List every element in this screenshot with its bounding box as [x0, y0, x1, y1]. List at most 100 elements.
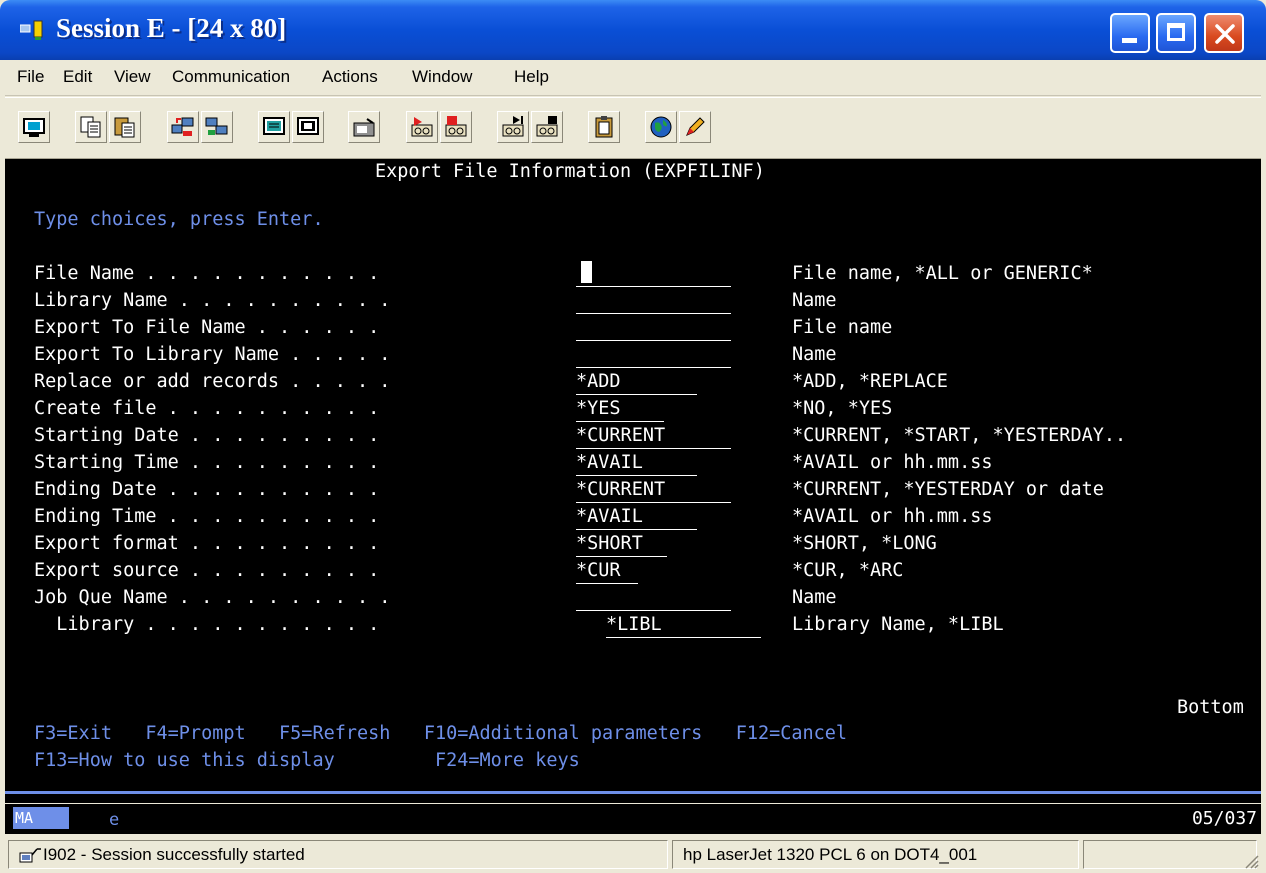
clipboard-button[interactable]	[588, 111, 620, 143]
keyboard-map-button[interactable]	[292, 111, 324, 143]
mode-indicator: MA	[13, 807, 69, 829]
text-cursor	[581, 261, 592, 283]
macro-stop-button[interactable]	[440, 111, 472, 143]
macro-play-icon	[411, 117, 433, 137]
field-label-starting-time: Starting Time . . . . . . . . .	[34, 452, 380, 473]
operator-info-area: MA e 05/037	[5, 804, 1261, 834]
menu-communication[interactable]: Communication	[172, 67, 290, 87]
export-file-name-input[interactable]	[576, 315, 731, 341]
macro-play-button[interactable]	[406, 111, 438, 143]
field-label-replace-or-add: Replace or add records . . . . .	[34, 371, 391, 392]
hint-export-file-name: File name	[792, 317, 893, 338]
printer-name: hp LaserJet 1320 PCL 6 on DOT4_001	[683, 845, 978, 864]
hint-ending-time: *AVAIL or hh.mm.ss	[792, 506, 993, 527]
receive-file-icon	[205, 117, 228, 135]
field-label-export-format: Export format . . . . . . . . .	[34, 533, 380, 554]
hint-replace-or-add: *ADD, *REPLACE	[792, 371, 948, 392]
create-file-input[interactable]: *YES	[576, 396, 664, 422]
menu-actions[interactable]: Actions	[322, 67, 378, 87]
function-keys-row-1: F3=Exit F4=Prompt F5=Refresh F10=Additio…	[34, 723, 848, 744]
edit-button[interactable]	[679, 111, 711, 143]
hint-job-que-name: Name	[792, 587, 837, 608]
hint-file-name: File name, *ALL or GENERIC*	[792, 263, 1093, 284]
hint-export-source: *CUR, *ARC	[792, 560, 904, 581]
field-label-export-file-name: Export To File Name . . . . . .	[34, 317, 380, 338]
run-macro-button[interactable]	[497, 111, 529, 143]
ending-time-input[interactable]: *AVAIL	[576, 504, 697, 530]
close-button[interactable]	[1204, 13, 1244, 53]
screen-title: Export File Information (EXPFILINF)	[375, 161, 765, 182]
help-globe-button[interactable]	[645, 111, 677, 143]
edit-pencil-icon	[686, 117, 705, 136]
field-label-export-source: Export source . . . . . . . . .	[34, 560, 380, 581]
export-format-input[interactable]: *SHORT	[576, 531, 667, 557]
hint-library: Library Name, *LIBL	[792, 614, 1004, 635]
field-label-ending-date: Ending Date . . . . . . . . . .	[34, 479, 380, 500]
macro-stop-icon	[445, 116, 467, 137]
field-label-export-library-name: Export To Library Name . . . . .	[34, 344, 391, 365]
status-empty-pane	[1083, 840, 1257, 869]
display-setup-icon	[263, 117, 285, 135]
send-file-button[interactable]	[167, 111, 199, 143]
hint-export-library-name: Name	[792, 344, 837, 365]
title-bar[interactable]: Session E - [24 x 80]	[0, 0, 1266, 60]
globe-help-icon	[650, 116, 672, 138]
menu-file[interactable]: File	[17, 67, 44, 87]
run-script-button[interactable]	[531, 111, 563, 143]
status-message-pane: I902 - Session successfully started	[8, 840, 668, 869]
minimize-button[interactable]	[1110, 13, 1150, 53]
hint-library-name: Name	[792, 290, 837, 311]
copy-icon	[80, 116, 101, 138]
cursor-position: 05/037	[1191, 808, 1257, 829]
clipboard-icon	[595, 116, 613, 138]
starting-date-input[interactable]: *CURRENT	[576, 423, 731, 449]
maximize-button[interactable]	[1156, 13, 1196, 53]
display-setup-button[interactable]	[258, 111, 290, 143]
resize-grip-icon[interactable]	[1243, 853, 1259, 869]
bottom-indicator: Bottom	[1177, 697, 1244, 718]
hint-ending-date: *CURRENT, *YESTERDAY or date	[792, 479, 1104, 500]
run-script-icon	[536, 116, 558, 137]
close-icon	[1215, 24, 1235, 44]
replace-or-add-input[interactable]: *ADD	[576, 369, 697, 395]
field-label-ending-time: Ending Time . . . . . . . . . .	[34, 506, 380, 527]
terminal-screen[interactable]: Export File Information (EXPFILINF) Type…	[5, 159, 1261, 803]
menu-help[interactable]: Help	[514, 67, 549, 87]
job-que-name-input[interactable]	[576, 585, 731, 611]
status-bar: I902 - Session successfully started hp L…	[5, 838, 1261, 871]
hint-export-format: *SHORT, *LONG	[792, 533, 937, 554]
menu-edit[interactable]: Edit	[63, 67, 92, 87]
ending-date-input[interactable]: *CURRENT	[576, 477, 731, 503]
starting-time-input[interactable]: *AVAIL	[576, 450, 697, 476]
job-que-library-input[interactable]: *LIBL	[606, 612, 761, 638]
terminal-divider	[5, 791, 1261, 794]
window-title: Session E - [24 x 80]	[56, 13, 287, 43]
receive-file-button[interactable]	[201, 111, 233, 143]
toolbar	[5, 97, 1261, 159]
screen-instruction: Type choices, press Enter.	[34, 209, 324, 230]
macro-record-icon	[353, 118, 375, 137]
field-label-library-name: Library Name . . . . . . . . . .	[34, 290, 391, 311]
paste-button[interactable]	[109, 111, 141, 143]
hint-starting-date: *CURRENT, *START, *YESTERDAY..	[792, 425, 1127, 446]
print-screen-button[interactable]	[18, 111, 50, 143]
maximize-icon	[1167, 23, 1185, 41]
copy-button[interactable]	[75, 111, 107, 143]
export-source-input[interactable]: *CUR	[576, 558, 638, 584]
field-label-file-name: File Name . . . . . . . . . . .	[34, 263, 380, 284]
field-label-job-que-name: Job Que Name . . . . . . . . . .	[34, 587, 391, 608]
field-label-library: Library . . . . . . . . . . .	[34, 614, 380, 635]
menu-window[interactable]: Window	[412, 67, 472, 87]
library-name-input[interactable]	[576, 288, 731, 314]
printer-pane: hp LaserJet 1320 PCL 6 on DOT4_001	[672, 840, 1079, 869]
send-file-icon	[171, 117, 194, 136]
hint-create-file: *NO, *YES	[792, 398, 893, 419]
minimize-icon	[1122, 38, 1137, 43]
session-icon[interactable]	[19, 19, 46, 41]
menu-view[interactable]: View	[114, 67, 151, 87]
export-library-name-input[interactable]	[576, 342, 731, 368]
run-macro-icon	[502, 116, 524, 137]
function-keys-row-2: F13=How to use this display F24=More key…	[34, 750, 580, 771]
file-name-input[interactable]	[576, 261, 731, 287]
macro-record-button[interactable]	[348, 111, 380, 143]
